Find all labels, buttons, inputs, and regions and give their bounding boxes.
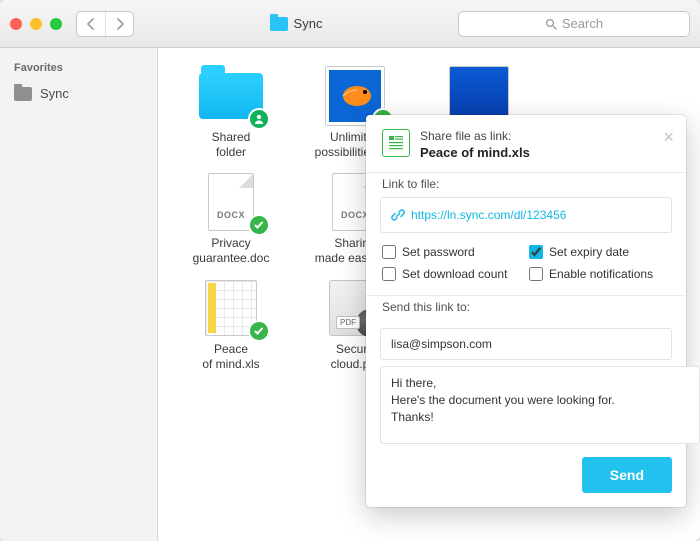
close-popover-button[interactable]: × bbox=[663, 127, 674, 148]
set-password-checkbox[interactable] bbox=[382, 245, 396, 259]
sidebar-item-label: Sync bbox=[40, 86, 69, 101]
set-expiry-checkbox[interactable] bbox=[529, 245, 543, 259]
search-icon bbox=[545, 18, 557, 30]
opt-set-password[interactable]: Set password bbox=[382, 245, 523, 259]
share-link-url: https://ln.sync.com/dl/123456 bbox=[411, 208, 566, 222]
window-title: Sync bbox=[142, 16, 450, 31]
link-icon bbox=[391, 208, 405, 222]
sidebar: Favorites Sync bbox=[0, 48, 158, 541]
opt-enable-notifications[interactable]: Enable notifications bbox=[529, 267, 670, 281]
search-placeholder: Search bbox=[562, 16, 603, 31]
chevron-right-icon bbox=[115, 18, 125, 30]
opt-set-expiry[interactable]: Set expiry date bbox=[529, 245, 670, 259]
send-button[interactable]: Send bbox=[582, 457, 672, 493]
share-link-popover: Share file as link: Peace of mind.xls × … bbox=[366, 115, 686, 507]
file-item-shared-folder[interactable]: Shared folder bbox=[176, 68, 286, 160]
sidebar-header: Favorites bbox=[0, 62, 157, 82]
folder-icon bbox=[14, 87, 32, 101]
message-textarea[interactable] bbox=[380, 366, 700, 444]
nav-buttons bbox=[76, 11, 134, 37]
spreadsheet-icon bbox=[382, 129, 410, 157]
link-section-label: Link to file: bbox=[366, 173, 686, 197]
share-link-field[interactable]: https://ln.sync.com/dl/123456 bbox=[380, 197, 672, 233]
shared-badge-icon bbox=[248, 108, 270, 130]
file-label: Peace of mind.xls bbox=[202, 342, 259, 372]
folder-icon bbox=[270, 17, 288, 31]
share-options: Set password Set expiry date Set downloa… bbox=[366, 233, 686, 295]
send-section-label: Send this link to: bbox=[366, 296, 686, 320]
synced-badge-icon bbox=[248, 214, 270, 236]
close-window-button[interactable] bbox=[10, 18, 22, 30]
file-item-peace-xls[interactable]: Peace of mind.xls bbox=[176, 280, 286, 372]
forward-button[interactable] bbox=[105, 12, 133, 36]
window-title-text: Sync bbox=[294, 16, 323, 31]
minimize-window-button[interactable] bbox=[30, 18, 42, 30]
docx-icon: DOCX bbox=[208, 173, 254, 231]
search-input[interactable]: Search bbox=[458, 11, 690, 37]
window-controls bbox=[10, 18, 62, 30]
set-download-count-checkbox[interactable] bbox=[382, 267, 396, 281]
file-item-privacy-doc[interactable]: DOCX Privacy guarantee.doc bbox=[176, 174, 286, 266]
popover-filename: Peace of mind.xls bbox=[420, 145, 530, 160]
enable-notifications-checkbox[interactable] bbox=[529, 267, 543, 281]
zoom-window-button[interactable] bbox=[50, 18, 62, 30]
chevron-left-icon bbox=[86, 18, 96, 30]
synced-badge-icon bbox=[248, 320, 270, 342]
file-label: Shared folder bbox=[212, 130, 251, 160]
file-label: Privacy guarantee.doc bbox=[193, 236, 270, 266]
back-button[interactable] bbox=[77, 12, 105, 36]
sidebar-item-sync[interactable]: Sync bbox=[0, 82, 157, 105]
popover-title-line: Share file as link: bbox=[420, 129, 530, 143]
popover-header: Share file as link: Peace of mind.xls × bbox=[366, 115, 686, 172]
recipient-email-input[interactable] bbox=[380, 328, 672, 360]
titlebar: Sync Search bbox=[0, 0, 700, 48]
opt-set-download-count[interactable]: Set download count bbox=[382, 267, 523, 281]
